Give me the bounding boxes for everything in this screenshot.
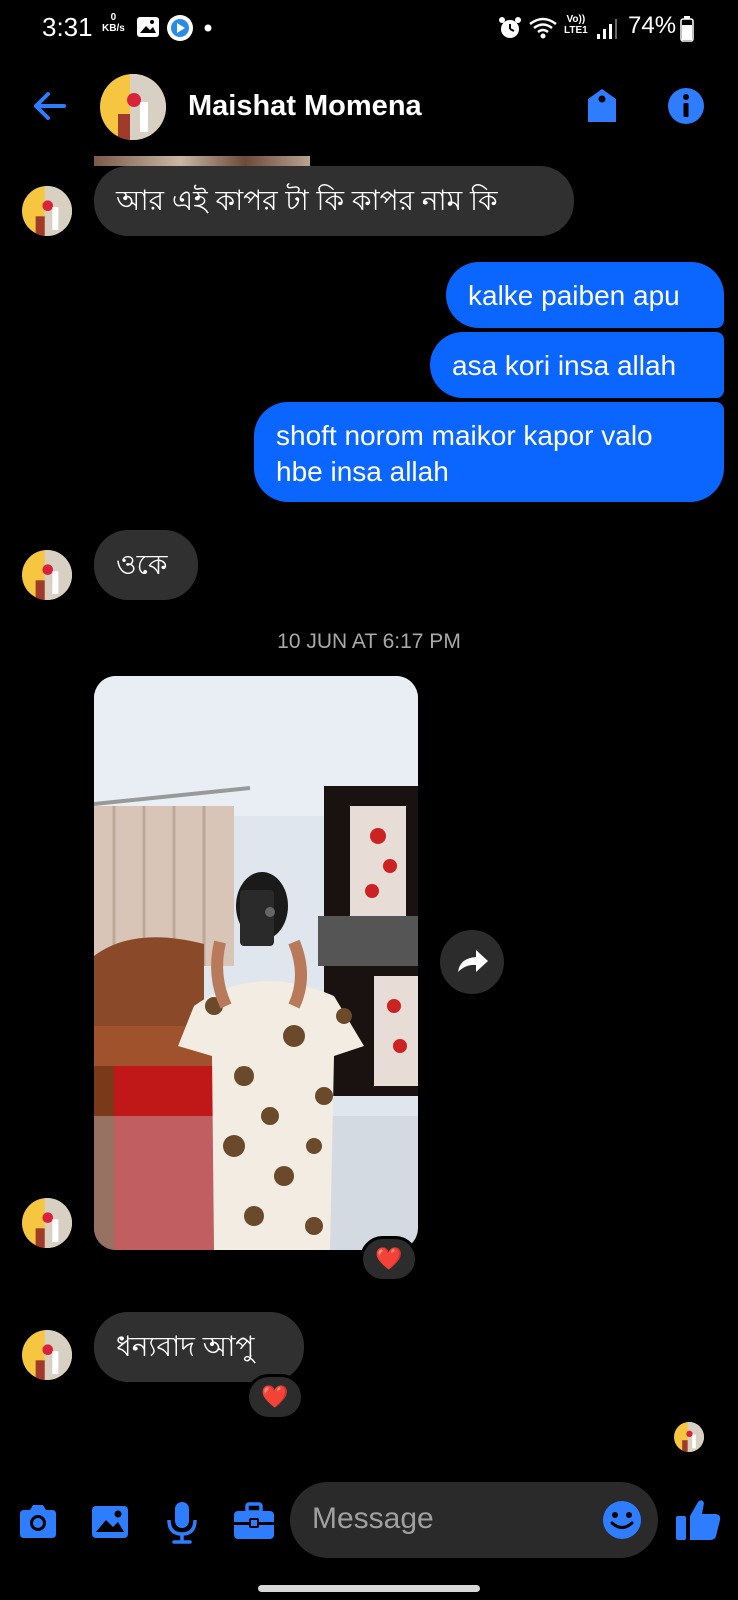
gallery-icon[interactable] bbox=[86, 1498, 134, 1546]
seen-indicator-avatar bbox=[674, 1422, 704, 1452]
battery-percent: 74% bbox=[628, 12, 677, 39]
incoming-message[interactable]: ওকে bbox=[94, 530, 198, 600]
back-arrow-icon[interactable] bbox=[30, 86, 70, 126]
data-rate: 0 KB/s bbox=[102, 12, 125, 34]
lte-label: LTE1 bbox=[564, 25, 588, 36]
incoming-message[interactable]: আর এই কাপর টা কি কাপর নাম কি bbox=[94, 166, 574, 236]
volte-label: Vo)) bbox=[566, 14, 586, 25]
tag-icon[interactable] bbox=[582, 86, 622, 126]
message-timestamp: 10 JUN AT 6:17 PM bbox=[277, 630, 461, 653]
share-arrow-icon bbox=[458, 950, 488, 972]
more-notifications-dot-icon bbox=[204, 24, 212, 32]
previous-photo-edge[interactable] bbox=[94, 156, 310, 166]
briefcase-icon[interactable] bbox=[230, 1498, 278, 1546]
incoming-message[interactable]: ধন্যবাদ আপু bbox=[94, 1312, 304, 1382]
status-bar: 3:31 0 KB/s Vo)) LTE1 74% bbox=[0, 0, 738, 56]
data-rate-value: 0 bbox=[110, 12, 117, 23]
data-rate-unit: KB/s bbox=[102, 23, 125, 34]
home-indicator bbox=[258, 1585, 480, 1592]
contact-name[interactable]: Maishat Momena bbox=[188, 90, 422, 123]
sender-avatar[interactable] bbox=[22, 186, 72, 236]
message-input[interactable]: Message bbox=[290, 1482, 658, 1558]
sender-avatar[interactable] bbox=[22, 1330, 72, 1380]
reaction-badge[interactable]: ❤️ bbox=[246, 1374, 304, 1420]
emoji-icon[interactable] bbox=[600, 1498, 644, 1542]
volte-indicator: Vo)) LTE1 bbox=[564, 14, 588, 36]
signal-strength-icon bbox=[597, 19, 617, 39]
sender-avatar[interactable] bbox=[22, 550, 72, 600]
heart-reaction-icon: ❤️ bbox=[375, 1246, 403, 1271]
microphone-icon[interactable] bbox=[158, 1498, 206, 1546]
outgoing-message[interactable]: asa kori insa allah bbox=[430, 332, 724, 398]
outgoing-message[interactable]: kalke paiben apu bbox=[446, 262, 724, 328]
message-placeholder: Message bbox=[312, 1502, 434, 1535]
app-notification-icon bbox=[167, 15, 193, 41]
like-thumbs-up-icon[interactable] bbox=[672, 1494, 724, 1546]
alarm-icon bbox=[499, 17, 521, 38]
outgoing-message[interactable]: shoft norom maikor kapor valo hbe insa a… bbox=[254, 402, 724, 502]
gallery-notification-icon bbox=[137, 17, 159, 37]
heart-reaction-icon: ❤️ bbox=[261, 1384, 289, 1409]
message-composer: Message bbox=[0, 1476, 738, 1566]
status-time: 3:31 bbox=[42, 12, 93, 42]
photo-message[interactable] bbox=[94, 676, 418, 1250]
info-icon[interactable] bbox=[666, 86, 706, 126]
battery-icon bbox=[680, 16, 694, 42]
contact-avatar[interactable] bbox=[100, 74, 166, 140]
conversation-header: Maishat Momena bbox=[0, 66, 738, 150]
reaction-badge[interactable]: ❤️ bbox=[360, 1236, 418, 1282]
sender-avatar[interactable] bbox=[22, 1198, 72, 1248]
wifi-icon bbox=[529, 17, 557, 39]
camera-icon[interactable] bbox=[14, 1498, 62, 1546]
share-button[interactable] bbox=[440, 930, 504, 994]
